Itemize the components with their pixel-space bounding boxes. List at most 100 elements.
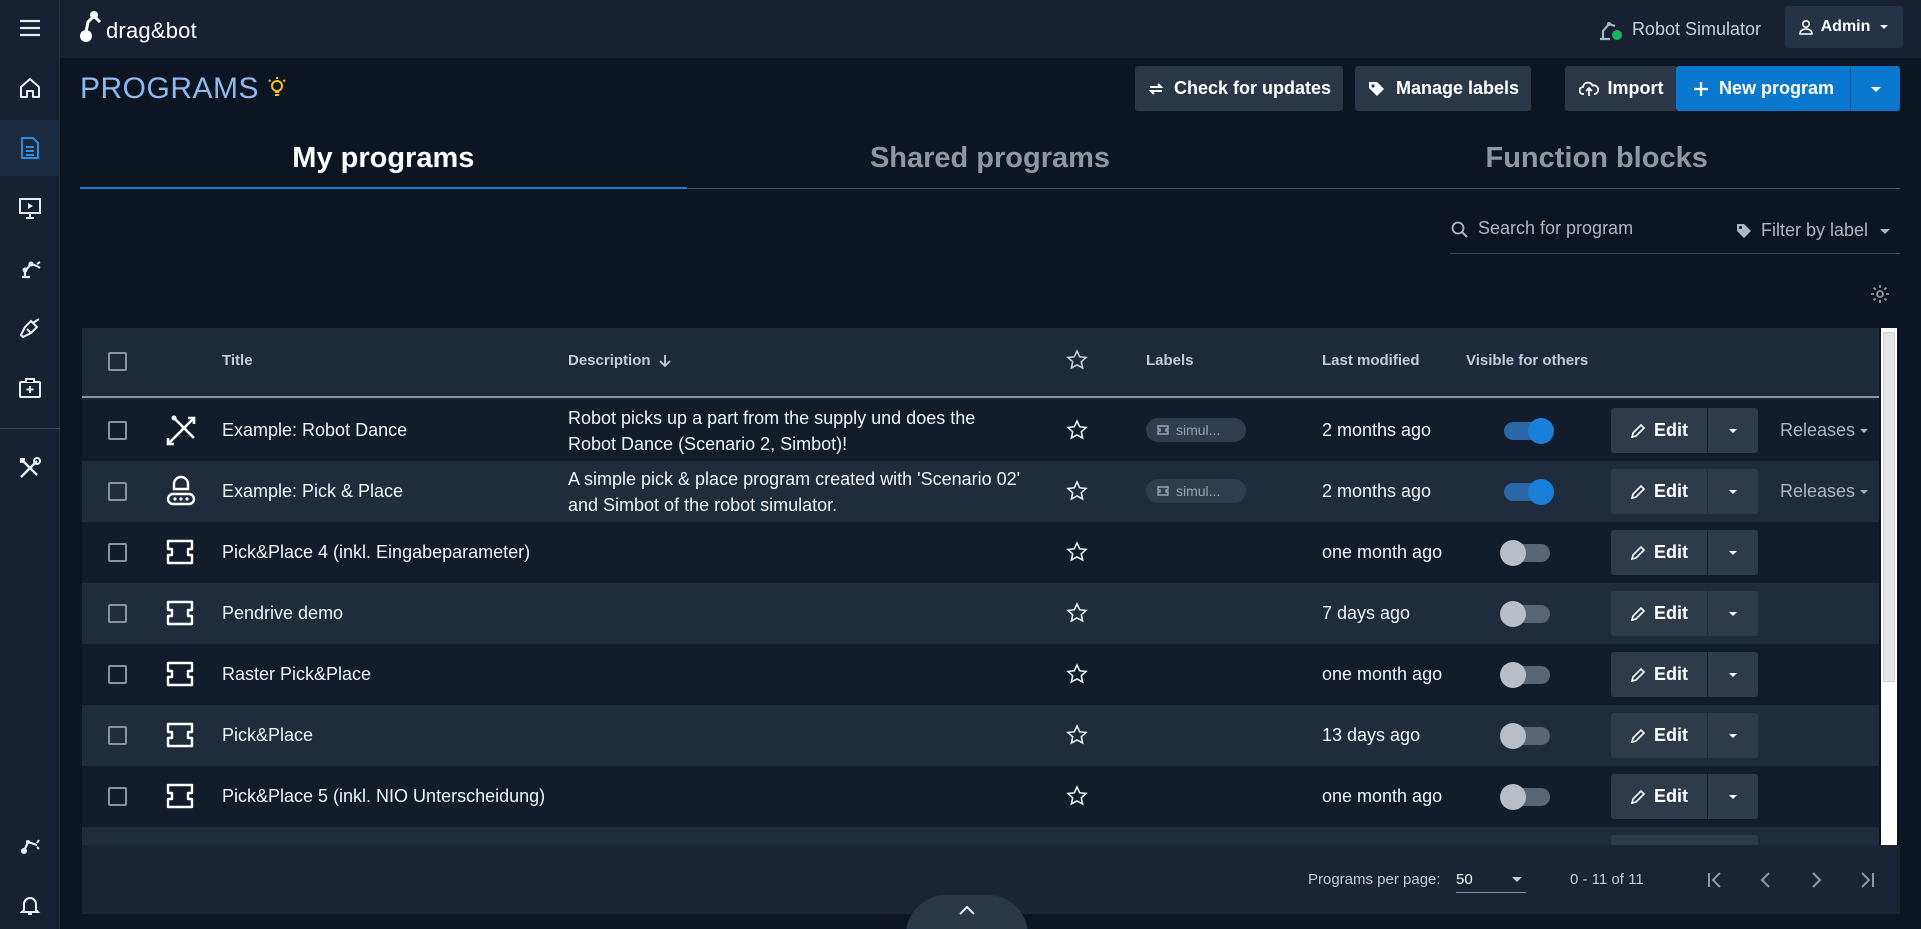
edit-dropdown[interactable] — [1708, 652, 1758, 697]
edit-button[interactable]: Edit — [1611, 713, 1707, 758]
row-title[interactable]: Pick&Place 4 (inkl. Eingabeparameter) — [222, 542, 530, 563]
edit-dropdown[interactable] — [1708, 713, 1758, 758]
sidebar-item-home[interactable] — [0, 60, 60, 116]
menu-button[interactable] — [0, 0, 60, 56]
last-page-button[interactable] — [1852, 867, 1880, 893]
dance-icon — [166, 415, 196, 446]
sidebar-item-toolbox[interactable] — [0, 360, 60, 416]
star-outline-icon[interactable] — [1066, 785, 1088, 807]
edit-dropdown[interactable] — [1708, 591, 1758, 636]
row-checkbox[interactable] — [108, 543, 127, 562]
select-all-checkbox[interactable] — [108, 352, 127, 371]
sidebar-item-programs[interactable] — [0, 120, 60, 176]
header-title[interactable]: Title — [222, 352, 253, 369]
edit-button[interactable]: Edit — [1611, 591, 1707, 636]
row-title[interactable]: Example: Robot Dance — [222, 420, 407, 441]
star-outline-icon[interactable] — [1066, 602, 1088, 624]
row-checkbox[interactable] — [108, 665, 127, 684]
star-outline-icon[interactable] — [1066, 419, 1088, 441]
edit-button[interactable]: Edit — [1611, 469, 1707, 514]
robot-status-icon — [1596, 15, 1624, 43]
row-last-modified: one month ago — [1322, 786, 1443, 806]
sidebar-item-notifications[interactable] — [0, 877, 60, 929]
row-title[interactable]: Example: Pick & Place — [222, 481, 403, 502]
visibility-toggle[interactable] — [1504, 418, 1554, 444]
logo[interactable]: drag&bot — [78, 8, 197, 44]
table-row[interactable]: Pick&Place 5 (inkl. NIO Unterscheidung) … — [82, 766, 1879, 827]
visibility-toggle[interactable] — [1500, 723, 1550, 749]
header-last-modified[interactable]: Last modified — [1322, 352, 1420, 369]
first-aid-kit-icon — [19, 378, 41, 398]
previous-page-button[interactable] — [1752, 867, 1780, 893]
header-description[interactable]: Description — [568, 352, 673, 369]
table-scrollbar-thumb[interactable] — [1883, 332, 1895, 682]
edit-dropdown[interactable] — [1708, 469, 1758, 514]
edit-dropdown[interactable] — [1708, 408, 1758, 453]
tab-shared-programs[interactable]: Shared programs — [687, 130, 1294, 188]
table-row[interactable]: Example: Pick & Place A simple pick & pl… — [82, 461, 1879, 522]
star-outline-icon[interactable] — [1066, 724, 1088, 746]
table-row[interactable]: Pick&Place 4 (inkl. Eingabeparameter) on… — [82, 522, 1879, 583]
star-outline-icon[interactable] — [1066, 663, 1088, 685]
row-checkbox[interactable] — [108, 604, 127, 623]
table-row[interactable]: Raster Pick&Place one month ago Edit — [82, 644, 1879, 705]
next-page-button[interactable] — [1802, 867, 1830, 893]
row-description-line: Robot picks up a part from the supply un… — [568, 408, 976, 428]
row-checkbox[interactable] — [108, 482, 127, 501]
star-outline-icon[interactable] — [1066, 349, 1088, 371]
row-checkbox[interactable] — [108, 726, 127, 745]
table-row[interactable]: Pick&Place 13 days ago Edit — [82, 705, 1879, 766]
search-input[interactable] — [1478, 218, 1718, 239]
table-row[interactable]: Pendrive demo 7 days ago Edit — [82, 583, 1879, 644]
user-menu-button[interactable]: Admin — [1785, 6, 1903, 48]
import-button[interactable]: Import — [1565, 66, 1677, 111]
visibility-toggle[interactable] — [1500, 540, 1550, 566]
sidebar-item-monitor[interactable] — [0, 180, 60, 236]
sidebar-item-robot-arm[interactable] — [0, 240, 60, 296]
sidebar-item-teach[interactable] — [0, 300, 60, 356]
new-program-button[interactable]: New program — [1676, 66, 1850, 111]
label-chip[interactable]: simul... — [1146, 418, 1246, 442]
edit-button[interactable]: Edit — [1611, 408, 1707, 453]
import-label: Import — [1607, 78, 1664, 98]
star-outline-icon[interactable] — [1066, 480, 1088, 502]
row-title[interactable]: Raster Pick&Place — [222, 664, 371, 685]
row-title[interactable]: Pendrive demo — [222, 603, 343, 624]
header-visible[interactable]: Visible for others — [1466, 352, 1588, 369]
manage-labels-button[interactable]: Manage labels — [1355, 66, 1531, 111]
per-page-select[interactable]: 50 — [1456, 867, 1526, 893]
visibility-toggle[interactable] — [1500, 662, 1550, 688]
sidebar-item-connection[interactable] — [0, 817, 60, 873]
robot-simulator-status[interactable]: Robot Simulator — [1596, 15, 1761, 43]
edit-dropdown[interactable] — [1708, 774, 1758, 819]
lightbulb-icon[interactable] — [266, 76, 288, 98]
sidebar-item-tools[interactable] — [0, 440, 60, 496]
first-page-button[interactable] — [1702, 867, 1730, 893]
row-checkbox[interactable] — [108, 421, 127, 440]
chevron-down-icon — [1729, 428, 1737, 433]
row-title[interactable]: Pick&Place — [222, 725, 313, 746]
edit-button[interactable]: Edit — [1611, 652, 1707, 697]
per-page-label: Programs per page: — [1308, 871, 1441, 888]
releases-dropdown[interactable]: Releases — [1780, 481, 1870, 502]
table-row[interactable]: Example: Robot Dance Robot picks up a pa… — [82, 400, 1879, 461]
visibility-toggle[interactable] — [1504, 479, 1554, 505]
star-outline-icon[interactable] — [1066, 541, 1088, 563]
new-program-dropdown[interactable] — [1850, 66, 1900, 111]
header-labels: Labels — [1146, 352, 1194, 369]
edit-button[interactable]: Edit — [1611, 774, 1707, 819]
row-checkbox[interactable] — [108, 787, 127, 806]
releases-dropdown[interactable]: Releases — [1780, 420, 1870, 441]
label-chip[interactable]: simul... — [1146, 479, 1246, 503]
tab-my-programs[interactable]: My programs — [80, 130, 687, 189]
filter-by-label-dropdown[interactable]: Filter by label — [1735, 220, 1892, 241]
row-description-line: and Simbot of the robot simulator. — [568, 495, 838, 515]
edit-button[interactable]: Edit — [1611, 530, 1707, 575]
row-title[interactable]: Pick&Place 5 (inkl. NIO Unterscheidung) — [222, 786, 545, 807]
check-updates-button[interactable]: Check for updates — [1135, 66, 1343, 111]
visibility-toggle[interactable] — [1500, 601, 1550, 627]
visibility-toggle[interactable] — [1500, 784, 1550, 810]
edit-dropdown[interactable] — [1708, 530, 1758, 575]
tab-function-blocks[interactable]: Function blocks — [1293, 130, 1900, 188]
gear-icon[interactable] — [1870, 284, 1890, 304]
